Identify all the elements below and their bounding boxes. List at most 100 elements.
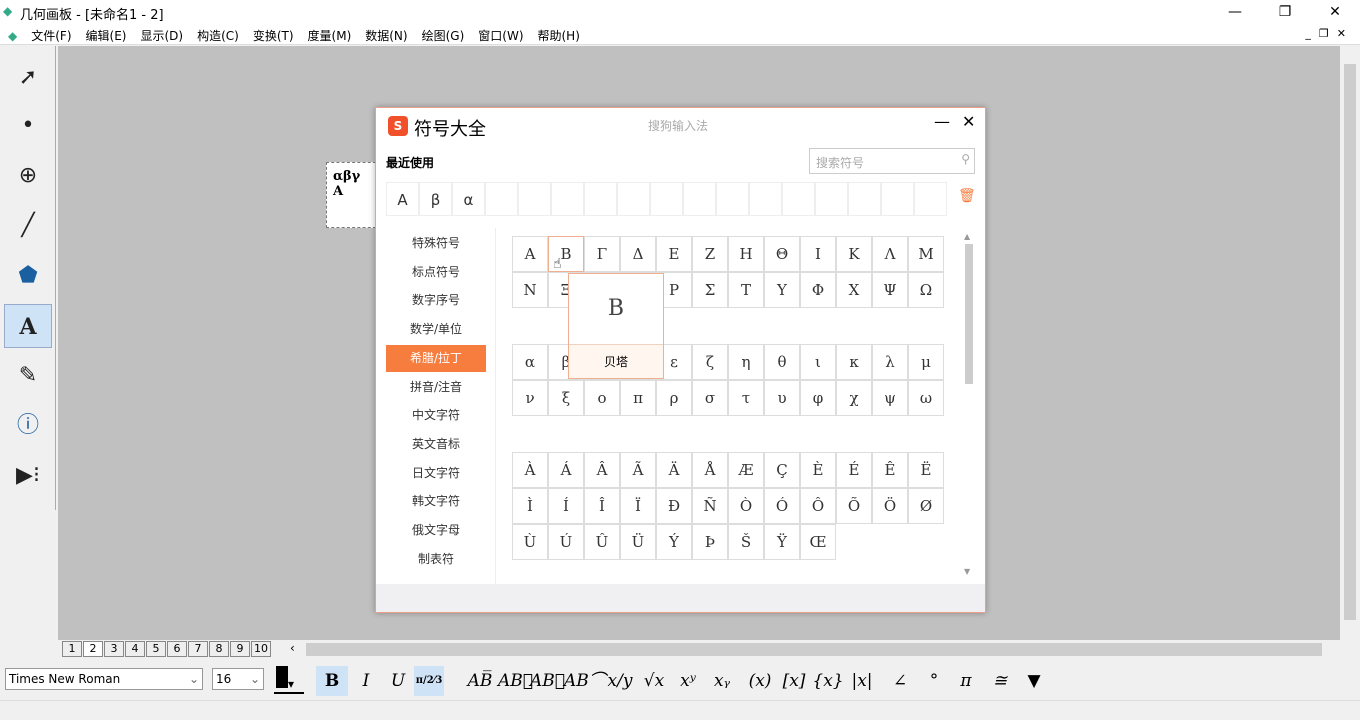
symbol-cell[interactable]: Å xyxy=(692,452,728,488)
dialog-close-button[interactable]: ✕ xyxy=(962,112,975,131)
symbol-cell[interactable]: É xyxy=(836,452,872,488)
custom-tool-icon[interactable]: ▶⁝ xyxy=(4,454,52,498)
symbol-cell[interactable]: Ò xyxy=(728,488,764,524)
format-button[interactable]: AB⌒ xyxy=(564,666,606,696)
format-button[interactable]: ∠ xyxy=(884,666,916,696)
symbol-cell[interactable]: Ï xyxy=(620,488,656,524)
scroll-left-icon[interactable]: ‹ xyxy=(290,641,295,655)
category-item[interactable]: 数学/单位 xyxy=(386,316,486,343)
symbol-cell[interactable]: λ xyxy=(872,344,908,380)
format-button[interactable]: xᵧ xyxy=(706,666,738,696)
symbol-cell[interactable]: Θ xyxy=(764,236,800,272)
recent-symbol[interactable] xyxy=(881,182,914,216)
format-button[interactable]: xʸ xyxy=(672,666,704,696)
symbol-cell[interactable]: Δ xyxy=(620,236,656,272)
symbol-cell[interactable]: Ÿ xyxy=(764,524,800,560)
symbol-cell[interactable]: Σ xyxy=(692,272,728,308)
category-item[interactable]: 韩文字符 xyxy=(386,488,486,515)
symbol-cell[interactable]: Η xyxy=(728,236,764,272)
recent-symbol[interactable] xyxy=(716,182,749,216)
symbol-cell[interactable]: Φ xyxy=(800,272,836,308)
recent-symbol[interactable] xyxy=(650,182,683,216)
symbol-cell[interactable]: κ xyxy=(836,344,872,380)
format-button[interactable]: AB⃡ xyxy=(530,666,565,696)
symbol-cell[interactable]: Ü xyxy=(620,524,656,560)
category-item[interactable]: 特殊符号 xyxy=(386,230,486,257)
symbol-cell[interactable]: Ι xyxy=(800,236,836,272)
search-input[interactable]: 搜索符号 ⚲ xyxy=(809,148,975,174)
recent-symbol[interactable] xyxy=(485,182,518,216)
category-item[interactable]: 制表符 xyxy=(386,546,486,573)
menu-item[interactable]: 文件(F) xyxy=(24,24,78,44)
recent-symbol[interactable] xyxy=(683,182,716,216)
symbol-cell[interactable]: Û xyxy=(584,524,620,560)
category-item[interactable]: 数字序号 xyxy=(386,287,486,314)
menu-item[interactable]: 变换(T) xyxy=(246,24,301,44)
symbol-cell[interactable]: μ xyxy=(908,344,944,380)
recent-symbol[interactable]: α xyxy=(452,182,485,216)
category-item[interactable]: 希腊/拉丁 xyxy=(386,344,486,372)
horizontal-scrollbar[interactable] xyxy=(306,643,1322,656)
menu-item[interactable]: 度量(M) xyxy=(301,24,359,44)
category-item[interactable]: 俄文字母 xyxy=(386,517,486,544)
symbol-cell[interactable]: Þ xyxy=(692,524,728,560)
symbol-cell[interactable]: Λ xyxy=(872,236,908,272)
symbol-cell[interactable]: Τ xyxy=(728,272,764,308)
segment-tool-icon[interactable]: ╱ xyxy=(4,204,52,248)
symbol-cell[interactable]: θ xyxy=(764,344,800,380)
symbol-cell[interactable]: Ω xyxy=(908,272,944,308)
symbol-cell[interactable]: Ø xyxy=(908,488,944,524)
format-button[interactable]: B xyxy=(316,666,348,696)
search-icon[interactable]: ⚲ xyxy=(961,152,970,166)
category-item[interactable]: 英文音标 xyxy=(386,431,486,458)
format-button[interactable]: AB̅ xyxy=(464,666,496,696)
symbol-cell[interactable]: Ê xyxy=(872,452,908,488)
page-tab[interactable]: 2 xyxy=(83,641,103,657)
symbol-cell[interactable]: Ù xyxy=(512,524,548,560)
recent-symbol[interactable] xyxy=(584,182,617,216)
symbol-cell[interactable]: Š xyxy=(728,524,764,560)
page-tab[interactable]: 6 xyxy=(167,641,187,657)
symbol-cell[interactable]: Ε xyxy=(656,236,692,272)
page-tab[interactable]: 7 xyxy=(188,641,208,657)
arrow-tool-icon[interactable]: ➚ xyxy=(4,56,52,100)
symbol-cell[interactable]: Ö xyxy=(872,488,908,524)
symbol-cell[interactable]: Í xyxy=(548,488,584,524)
symbol-cell[interactable]: ρ xyxy=(656,380,692,416)
polygon-tool-icon[interactable]: ⬟ xyxy=(4,254,52,298)
format-button[interactable]: ▼ xyxy=(1018,666,1050,696)
symbol-cell[interactable]: Μ xyxy=(908,236,944,272)
category-item[interactable]: 标点符号 xyxy=(386,259,486,286)
recent-symbol[interactable]: A xyxy=(386,182,419,216)
recent-symbol[interactable] xyxy=(815,182,848,216)
symbol-cell[interactable]: Ë xyxy=(908,452,944,488)
symbol-cell[interactable]: Î xyxy=(584,488,620,524)
font-select[interactable]: Times New Roman ⌄ xyxy=(5,668,203,690)
recent-symbol[interactable]: β xyxy=(419,182,452,216)
format-button[interactable]: I xyxy=(350,666,382,696)
format-button[interactable]: ° xyxy=(918,666,950,696)
minimize-button[interactable]: — xyxy=(1212,0,1258,24)
scroll-thumb[interactable] xyxy=(965,244,973,384)
category-item[interactable]: 中文字符 xyxy=(386,402,486,429)
category-item[interactable]: 日文字符 xyxy=(386,460,486,487)
format-button[interactable]: π/2⁄3 xyxy=(414,666,444,696)
menu-item[interactable]: 窗口(W) xyxy=(471,24,530,44)
format-button[interactable]: √x xyxy=(638,666,670,696)
symbol-cell[interactable]: Κ xyxy=(836,236,872,272)
format-button[interactable]: AB⃗ xyxy=(498,666,533,696)
scroll-thumb[interactable] xyxy=(1344,64,1356,620)
restore-button[interactable]: ❐ xyxy=(1262,0,1308,24)
recent-symbol[interactable] xyxy=(551,182,584,216)
symbol-cell[interactable]: Υ xyxy=(764,272,800,308)
menu-item[interactable]: 帮助(H) xyxy=(531,24,587,44)
page-tab[interactable]: 9 xyxy=(230,641,250,657)
symbol-cell[interactable]: À xyxy=(512,452,548,488)
text-tool-icon[interactable]: A xyxy=(4,304,52,348)
symbol-cell[interactable]: α xyxy=(512,344,548,380)
menu-item[interactable]: 构造(C) xyxy=(190,24,246,44)
symbol-cell[interactable]: Ð xyxy=(656,488,692,524)
recent-symbol[interactable] xyxy=(914,182,947,216)
symbol-cell[interactable]: Ζ xyxy=(692,236,728,272)
page-tab[interactable]: 3 xyxy=(104,641,124,657)
